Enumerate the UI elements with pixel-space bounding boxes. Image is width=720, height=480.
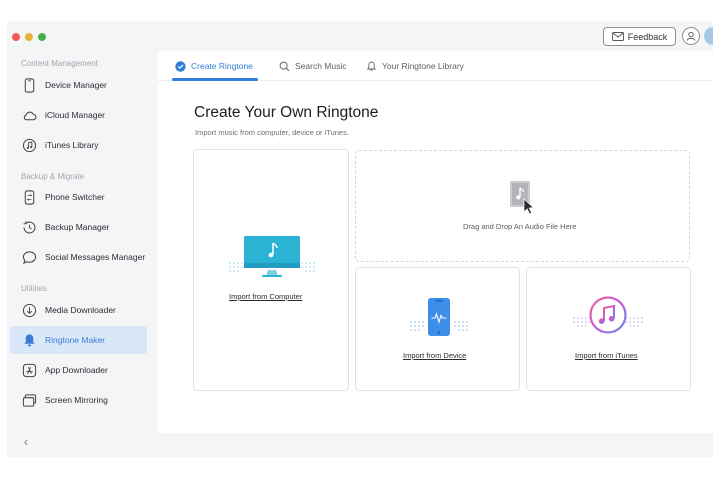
tab-your-ringtone-library[interactable]: Your Ringtone Library — [366, 51, 464, 81]
zoom-window-button[interactable] — [38, 33, 46, 41]
sidebar-section-label: Backup & Migrate — [21, 172, 85, 181]
sidebar-item-social-messages-manager[interactable]: Social Messages Manager — [10, 243, 147, 271]
mail-icon — [611, 32, 624, 41]
account-button[interactable] — [682, 27, 700, 45]
sidebar-item-label: App Downloader — [45, 365, 108, 375]
check-circle-icon — [175, 60, 186, 72]
close-window-button[interactable] — [12, 33, 20, 41]
music-disc-icon — [21, 137, 37, 153]
sidebar-item-backup-manager[interactable]: Backup Manager — [10, 213, 147, 241]
sidebar-section-label: Content Management — [21, 59, 98, 68]
screen-mirror-icon — [21, 392, 37, 408]
import-itunes-card[interactable]: Import from iTunes — [526, 267, 691, 391]
phone-switch-icon — [21, 189, 37, 205]
sidebar: Content Management Device Manager iCloud… — [7, 51, 157, 457]
bell-icon — [366, 61, 377, 72]
audio-file-drop-icon — [510, 181, 535, 215]
sidebar-item-label: Ringtone Maker — [45, 335, 106, 345]
app-window: Feedback Content Management Device Manag… — [7, 21, 713, 457]
app-store-icon — [21, 362, 37, 378]
tab-label: Your Ringtone Library — [382, 61, 464, 71]
sidebar-item-label: iTunes Library — [45, 140, 99, 150]
sidebar-item-label: Screen Mirroring — [45, 395, 108, 405]
phone-icon — [21, 77, 37, 93]
active-tab-indicator — [172, 78, 258, 81]
sidebar-item-ringtone-maker[interactable]: Ringtone Maker — [10, 326, 147, 354]
import-from-itunes-link[interactable]: Import from iTunes — [575, 351, 638, 360]
sidebar-item-label: Phone Switcher — [45, 192, 105, 202]
main-panel: Create Ringtone Search Music Your Ringto… — [158, 51, 713, 433]
sidebar-item-label: Media Downloader — [45, 305, 116, 315]
tab-create-ringtone[interactable]: Create Ringtone — [175, 51, 253, 81]
collapse-sidebar-button[interactable]: ‹ — [24, 435, 28, 449]
cloud-icon — [21, 107, 37, 123]
sidebar-item-phone-switcher[interactable]: Phone Switcher — [10, 183, 147, 211]
sidebar-item-icloud-manager[interactable]: iCloud Manager — [10, 101, 147, 129]
sidebar-item-label: Backup Manager — [45, 222, 110, 232]
tab-label: Create Ringtone — [191, 61, 253, 71]
monitor-music-icon — [229, 236, 315, 277]
search-icon — [279, 61, 290, 72]
drop-zone[interactable]: Drag and Drop An Audio File Here — [355, 150, 690, 262]
phone-waveform-icon — [410, 298, 468, 336]
sidebar-item-app-downloader[interactable]: App Downloader — [10, 356, 147, 384]
sidebar-item-label: iCloud Manager — [45, 110, 106, 120]
clock-history-icon — [21, 219, 37, 235]
itunes-icon — [573, 296, 643, 334]
import-computer-card[interactable]: Import from Computer — [193, 149, 349, 391]
sidebar-item-label: Device Manager — [45, 80, 107, 90]
tab-bar: Create Ringtone Search Music Your Ringto… — [158, 51, 713, 81]
sidebar-item-itunes-library[interactable]: iTunes Library — [10, 131, 147, 159]
tab-label: Search Music — [295, 61, 347, 71]
sidebar-item-media-downloader[interactable]: Media Downloader — [10, 296, 147, 324]
avatar[interactable] — [704, 27, 713, 45]
import-device-card[interactable]: Import from Device — [355, 267, 520, 391]
import-from-device-link[interactable]: Import from Device — [403, 351, 466, 360]
sidebar-section-label: Utilities — [21, 284, 47, 293]
sidebar-item-device-manager[interactable]: Device Manager — [10, 71, 147, 99]
user-icon — [686, 31, 696, 41]
sidebar-item-label: Social Messages Manager — [45, 252, 146, 262]
feedback-button[interactable]: Feedback — [603, 27, 676, 46]
feedback-label: Feedback — [627, 31, 668, 42]
page-title: Create Your Own Ringtone — [194, 104, 379, 121]
minimize-window-button[interactable] — [25, 33, 33, 41]
tab-search-music[interactable]: Search Music — [279, 51, 347, 81]
sidebar-item-screen-mirroring[interactable]: Screen Mirroring — [10, 386, 147, 414]
download-icon — [21, 302, 37, 318]
bell-icon — [21, 332, 37, 348]
import-from-computer-link[interactable]: Import from Computer — [229, 292, 302, 301]
page-subtitle: Import music from computer, device or iT… — [195, 128, 349, 137]
drop-zone-label: Drag and Drop An Audio File Here — [463, 222, 577, 231]
title-bar: Feedback — [7, 21, 713, 51]
chat-bubble-icon — [21, 249, 37, 265]
